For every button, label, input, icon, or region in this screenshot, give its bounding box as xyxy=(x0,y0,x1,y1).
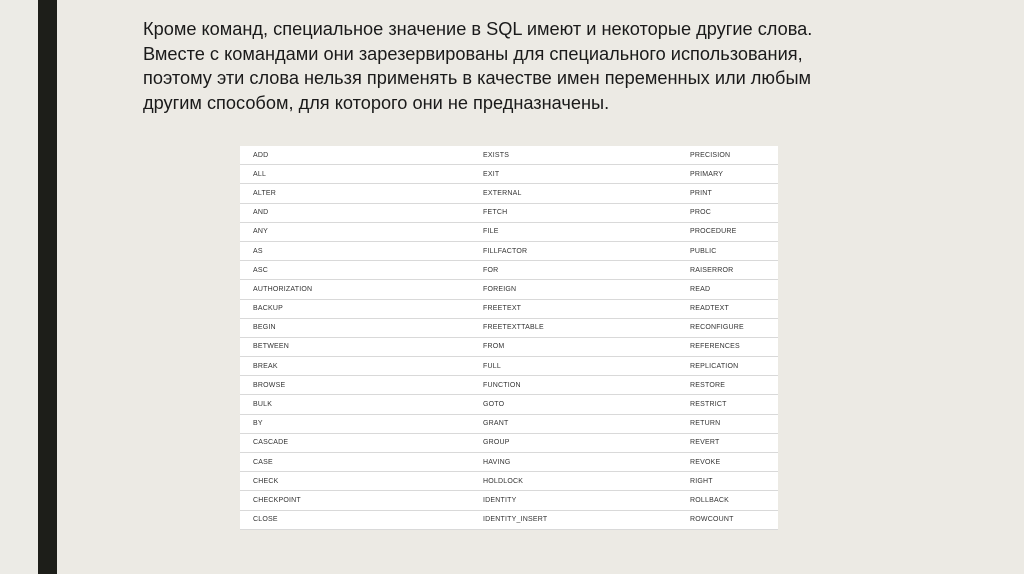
table-row: BULK GOTO RESTRICT xyxy=(240,394,778,415)
table-cell: REVOKE xyxy=(675,452,778,473)
table-cell: CASE xyxy=(240,452,470,473)
table-cell: READTEXT xyxy=(675,299,778,319)
table-cell: FOR xyxy=(470,260,675,281)
table-cell: EXTERNAL xyxy=(470,183,675,204)
table-row: BROWSE FUNCTION RESTORE xyxy=(240,375,778,396)
table-cell: PRIMARY xyxy=(675,164,778,185)
table-row: CLOSE IDENTITY_INSERT ROWCOUNT xyxy=(240,510,778,530)
table-cell: FROM xyxy=(470,337,675,358)
table-cell: AS xyxy=(240,241,470,262)
table-row: BACKUP FREETEXT READTEXT xyxy=(240,299,778,319)
table-cell: GROUP xyxy=(470,433,675,454)
slide-left-accent-bar xyxy=(38,0,57,574)
table-row: ALL EXIT PRIMARY xyxy=(240,164,778,185)
table-cell: RIGHT xyxy=(675,471,778,492)
table-cell: FULL xyxy=(470,356,675,377)
table-row: ANY FILE PROCEDURE xyxy=(240,222,778,242)
table-cell: BULK xyxy=(240,394,470,415)
table-cell: PUBLIC xyxy=(675,241,778,262)
table-cell: CHECKPOINT xyxy=(240,490,470,511)
body-text-line: другим способом, для которого они не пре… xyxy=(143,92,610,113)
slide-body-text: Кроме команд, специальное значение в SQL… xyxy=(143,17,903,115)
table-cell: GOTO xyxy=(470,394,675,415)
table-cell: PROC xyxy=(675,203,778,223)
table-row: ASC FOR RAISERROR xyxy=(240,260,778,281)
slide-left-margin xyxy=(0,0,38,574)
table-cell: FREETEXTTABLE xyxy=(470,318,675,338)
table-cell: BY xyxy=(240,414,470,434)
table-row: BREAK FULL REPLICATION xyxy=(240,356,778,377)
table-cell: PROCEDURE xyxy=(675,222,778,242)
table-cell: FREETEXT xyxy=(470,299,675,319)
table-cell: BREAK xyxy=(240,356,470,377)
table-row: BETWEEN FROM REFERENCES xyxy=(240,337,778,358)
table-cell: FUNCTION xyxy=(470,375,675,396)
table-cell: PRECISION xyxy=(675,146,778,166)
table-cell: PRINT xyxy=(675,183,778,204)
table-cell: HAVING xyxy=(470,452,675,473)
table-cell: BEGIN xyxy=(240,318,470,338)
table-cell: AUTHORIZATION xyxy=(240,279,470,300)
table-cell: CHECK xyxy=(240,471,470,492)
table-row: BEGIN FREETEXTTABLE RECONFIGURE xyxy=(240,318,778,338)
body-text-line: Вместе с командами они зарезервированы д… xyxy=(143,43,803,64)
table-row: ALTER EXTERNAL PRINT xyxy=(240,183,778,204)
table-row: CASCADE GROUP REVERT xyxy=(240,433,778,454)
table-row: CASE HAVING REVOKE xyxy=(240,452,778,473)
table-cell: ASC xyxy=(240,260,470,281)
table-cell: BACKUP xyxy=(240,299,470,319)
table-cell: RETURN xyxy=(675,414,778,434)
table-cell: REVERT xyxy=(675,433,778,454)
table-row: CHECK HOLDLOCK RIGHT xyxy=(240,471,778,492)
table-cell: REFERENCES xyxy=(675,337,778,358)
reserved-words-table-body: ADD EXISTS PRECISION ALL EXIT PRIMARY ALTER EXT… xyxy=(240,146,778,530)
table-cell: READ xyxy=(675,279,778,300)
table-cell: ROWCOUNT xyxy=(675,510,778,530)
table-cell: ADD xyxy=(240,146,470,166)
table-cell: ALTER xyxy=(240,183,470,204)
body-text-line: Кроме команд, специальное значение в SQL… xyxy=(143,19,813,39)
table-cell: IDENTITY_INSERT xyxy=(470,510,675,530)
table-cell: EXISTS xyxy=(470,146,675,166)
table-cell: HOLDLOCK xyxy=(470,471,675,492)
table-cell: IDENTITY xyxy=(470,490,675,511)
table-cell: ROLLBACK xyxy=(675,490,778,511)
table-cell: RAISERROR xyxy=(675,260,778,281)
table-row: AND FETCH PROC xyxy=(240,203,778,223)
table-cell: RESTORE xyxy=(675,375,778,396)
table-cell: RECONFIGURE xyxy=(675,318,778,338)
table-cell: FILE xyxy=(470,222,675,242)
table-cell: CASCADE xyxy=(240,433,470,454)
table-cell: REPLICATION xyxy=(675,356,778,377)
table-cell: BETWEEN xyxy=(240,337,470,358)
table-cell: FILLFACTOR xyxy=(470,241,675,262)
table-cell: ANY xyxy=(240,222,470,242)
table-cell: EXIT xyxy=(470,164,675,185)
table-cell: AND xyxy=(240,203,470,223)
table-cell: RESTRICT xyxy=(675,394,778,415)
table-row: CHECKPOINT IDENTITY ROLLBACK xyxy=(240,490,778,511)
table-row: ADD EXISTS PRECISION xyxy=(240,146,778,166)
table-cell: GRANT xyxy=(470,414,675,434)
table-cell: FOREIGN xyxy=(470,279,675,300)
table-cell: BROWSE xyxy=(240,375,470,396)
table-row: AS FILLFACTOR PUBLIC xyxy=(240,241,778,262)
body-text-line: поэтому эти слова нельзя применять в кач… xyxy=(143,68,812,88)
reserved-words-table: ADD EXISTS PRECISION ALL EXIT PRIMARY ALTER EXT… xyxy=(240,146,778,530)
table-cell: ALL xyxy=(240,164,470,185)
table-cell: CLOSE xyxy=(240,510,470,530)
table-row: BY GRANT RETURN xyxy=(240,414,778,434)
table-row: AUTHORIZATION FOREIGN READ xyxy=(240,279,778,300)
table-cell: FETCH xyxy=(470,203,675,223)
